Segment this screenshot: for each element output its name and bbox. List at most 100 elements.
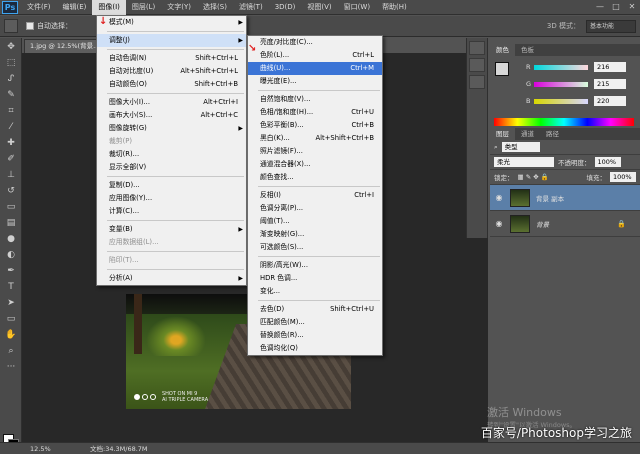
- menu-item[interactable]: 裁切(R)...: [97, 148, 246, 161]
- tab-swatches[interactable]: 色板: [515, 44, 540, 56]
- menu-item[interactable]: 变量(B) ▶: [97, 223, 246, 236]
- visibility-eye-icon[interactable]: ◉: [494, 193, 504, 202]
- menu-item[interactable]: 亮度/对比度(C)...: [248, 36, 382, 49]
- menu-item[interactable]: 自动颜色(O) Shift+Ctrl+B: [97, 78, 246, 91]
- type-tool-icon[interactable]: T: [2, 279, 20, 294]
- crop-tool-icon[interactable]: ⌗: [2, 103, 20, 118]
- close-icon[interactable]: ✕: [624, 0, 640, 14]
- menu-item[interactable]: 色调均化(Q): [248, 342, 382, 355]
- menu-item[interactable]: 色调分离(P)...: [248, 202, 382, 215]
- fill-input[interactable]: 100%: [610, 172, 636, 182]
- path-select-tool-icon[interactable]: ➤: [2, 295, 20, 310]
- menu-item[interactable]: 陷印(T)...: [97, 254, 246, 267]
- eraser-tool-icon[interactable]: ▭: [2, 199, 20, 214]
- shape-tool-icon[interactable]: ▭: [2, 311, 20, 326]
- menu-item[interactable]: 自动色调(N) Shift+Ctrl+L: [97, 52, 246, 65]
- menu-layer[interactable]: 图层(L): [126, 0, 161, 15]
- menu-item[interactable]: 照片滤镜(F)...: [248, 145, 382, 158]
- menu-item[interactable]: 曝光度(E)...: [248, 75, 382, 88]
- layer-filter-select[interactable]: 类型: [501, 142, 540, 152]
- menu-item[interactable]: 曲线(U)... Ctrl+M: [248, 62, 382, 75]
- menu-item[interactable]: 反相(I) Ctrl+I: [248, 189, 382, 202]
- properties-panel-icon[interactable]: [469, 58, 485, 72]
- menu-item[interactable]: 画布大小(S)... Alt+Ctrl+C: [97, 109, 246, 122]
- menu-item[interactable]: 颜色查找...: [248, 171, 382, 184]
- menu-item[interactable]: HDR 色调...: [248, 272, 382, 285]
- layer-row[interactable]: ◉ 背景 副本: [490, 185, 640, 211]
- menu-item[interactable]: 色彩平衡(B)... Ctrl+B: [248, 119, 382, 132]
- menu-help[interactable]: 帮助(H): [376, 0, 413, 15]
- menu-3d[interactable]: 3D(D): [269, 0, 302, 15]
- menu-item[interactable]: 显示全部(V): [97, 161, 246, 174]
- gradient-tool-icon[interactable]: ▤: [2, 215, 20, 230]
- menu-item[interactable]: 应用图像(Y)...: [97, 192, 246, 205]
- menu-item[interactable]: 应用数据组(L)...: [97, 236, 246, 249]
- menu-file[interactable]: 文件(F): [21, 0, 57, 15]
- healing-tool-icon[interactable]: ✚: [2, 135, 20, 150]
- menu-item[interactable]: 通道混合器(X)...: [248, 158, 382, 171]
- menu-item[interactable]: 分析(A) ▶: [97, 272, 246, 285]
- menu-image[interactable]: 图像(I): [92, 0, 126, 15]
- actions-panel-icon[interactable]: [469, 75, 485, 89]
- menu-item[interactable]: 模式(M) ▶: [97, 16, 246, 29]
- quick-select-tool-icon[interactable]: ✎: [2, 87, 20, 102]
- eyedropper-tool-icon[interactable]: ⁄: [2, 119, 20, 134]
- lock-icons[interactable]: ▦ ✎ ✥ 🔒: [518, 173, 549, 181]
- layer-row[interactable]: ◉ 背景 🔒: [490, 211, 640, 237]
- slider-b-track[interactable]: [534, 98, 588, 104]
- menu-item[interactable]: 计算(C)...: [97, 205, 246, 218]
- clone-stamp-tool-icon[interactable]: ⊥: [2, 167, 20, 182]
- menu-item[interactable]: 黑白(K)... Alt+Shift+Ctrl+B: [248, 132, 382, 145]
- menu-item[interactable]: 变化...: [248, 285, 382, 298]
- zoom-tool-icon[interactable]: ⌕: [2, 343, 20, 358]
- menu-window[interactable]: 窗口(W): [338, 0, 376, 15]
- color-spectrum-bar[interactable]: [494, 118, 634, 126]
- slider-r-value[interactable]: 216: [594, 62, 626, 72]
- menu-item[interactable]: 色阶(L)... Ctrl+L: [248, 49, 382, 62]
- menu-item[interactable]: 图像旋转(G) ▶: [97, 122, 246, 135]
- menu-item[interactable]: 色相/饱和度(H)... Ctrl+U: [248, 106, 382, 119]
- menu-type[interactable]: 文字(Y): [161, 0, 197, 15]
- slider-b-value[interactable]: 220: [594, 96, 626, 106]
- document-size-info[interactable]: 文档:34.3M/68.7M: [90, 443, 148, 454]
- menu-item[interactable]: 阴影/高光(W)...: [248, 259, 382, 272]
- move-tool-icon[interactable]: ✥: [2, 39, 20, 54]
- marquee-tool-icon[interactable]: ⬚: [2, 55, 20, 70]
- visibility-eye-icon[interactable]: ◉: [494, 219, 504, 228]
- move-tool-preset-icon[interactable]: [4, 19, 18, 33]
- tab-color[interactable]: 颜色: [490, 44, 515, 56]
- slider-g-value[interactable]: 215: [594, 79, 626, 89]
- auto-select-checkbox[interactable]: [26, 22, 34, 30]
- menu-item[interactable]: 自然饱和度(V)...: [248, 93, 382, 106]
- menu-filter[interactable]: 滤镜(T): [233, 0, 269, 15]
- tab-layers[interactable]: 图层: [490, 128, 515, 140]
- lasso-tool-icon[interactable]: ᔑ: [2, 71, 20, 86]
- menu-item[interactable]: 可选颜色(S)...: [248, 241, 382, 254]
- menu-item[interactable]: 图像大小(I)... Alt+Ctrl+I: [97, 96, 246, 109]
- menu-item[interactable]: 复制(D)...: [97, 179, 246, 192]
- color-preview-swatch[interactable]: [495, 62, 509, 76]
- menu-item[interactable]: 匹配颜色(M)...: [248, 316, 382, 329]
- menu-item[interactable]: 阈值(T)...: [248, 215, 382, 228]
- pen-tool-icon[interactable]: ✒: [2, 263, 20, 278]
- history-panel-icon[interactable]: [469, 41, 485, 55]
- menu-item[interactable]: 替换颜色(R)...: [248, 329, 382, 342]
- menu-item[interactable]: 裁剪(P): [97, 135, 246, 148]
- minimize-icon[interactable]: —: [592, 0, 608, 14]
- slider-r-track[interactable]: [534, 64, 588, 70]
- workspace-select[interactable]: 基本功能: [586, 19, 636, 33]
- menu-item[interactable]: 自动对比度(U) Alt+Shift+Ctrl+L: [97, 65, 246, 78]
- maximize-icon[interactable]: □: [608, 0, 624, 14]
- brush-tool-icon[interactable]: ✐: [2, 151, 20, 166]
- history-brush-tool-icon[interactable]: ↺: [2, 183, 20, 198]
- menu-edit[interactable]: 编辑(E): [57, 0, 93, 15]
- menu-item[interactable]: 去色(D) Shift+Ctrl+U: [248, 303, 382, 316]
- blend-mode-select[interactable]: 柔光: [494, 157, 554, 167]
- hand-tool-icon[interactable]: ✋: [2, 327, 20, 342]
- blur-tool-icon[interactable]: ●: [2, 231, 20, 246]
- menu-item[interactable]: 调整(J) ▶: [97, 34, 246, 47]
- dodge-tool-icon[interactable]: ◐: [2, 247, 20, 262]
- tab-paths[interactable]: 路径: [540, 128, 565, 140]
- opacity-input[interactable]: 100%: [594, 157, 621, 167]
- menu-select[interactable]: 选择(S): [197, 0, 233, 15]
